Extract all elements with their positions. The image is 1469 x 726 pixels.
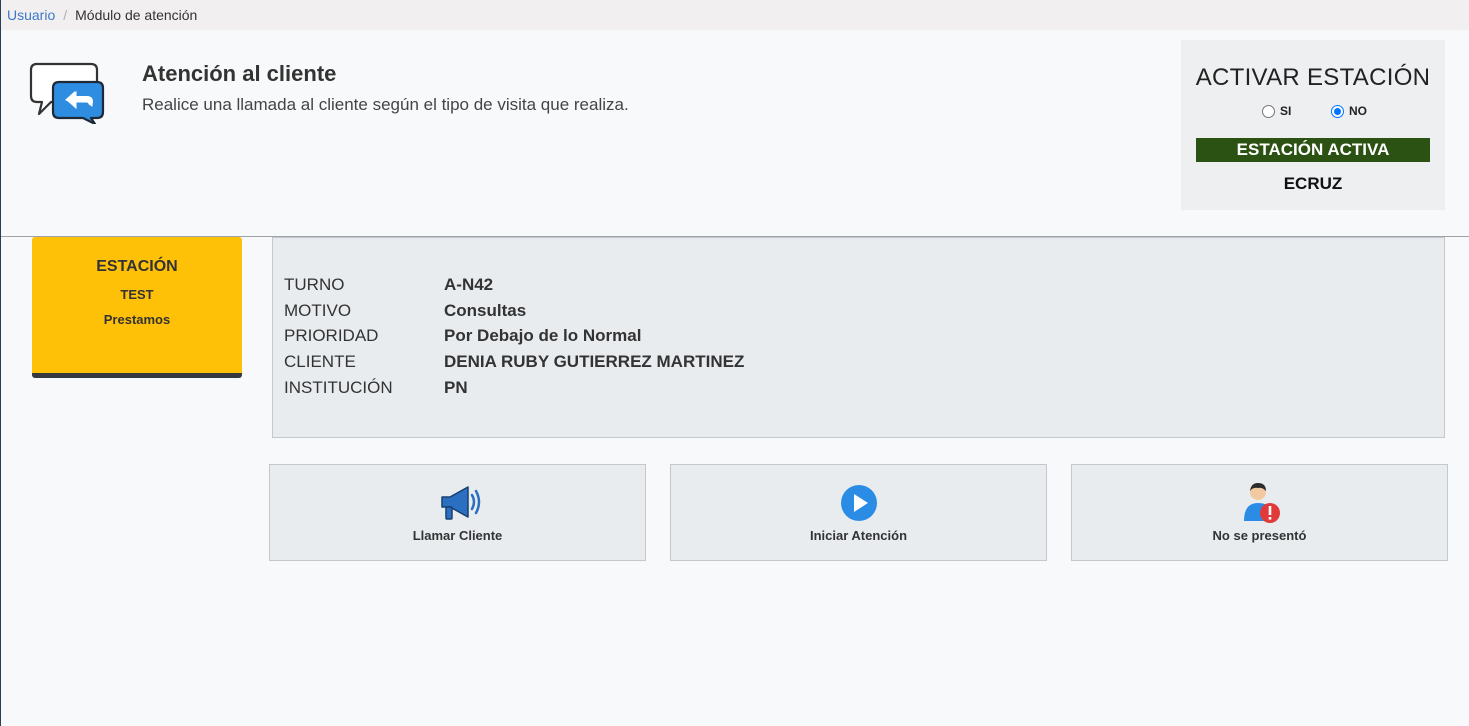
info-label-cliente: CLIENTE <box>284 352 356 371</box>
page-title: Atención al cliente <box>142 61 337 86</box>
info-row-institucion: INSTITUCIÓN PN <box>284 378 468 400</box>
estacion-name: TEST <box>120 287 154 302</box>
info-value-prioridad: Por Debajo de lo Normal <box>444 326 642 345</box>
info-label-prioridad: PRIORIDAD <box>284 326 379 345</box>
radio-si[interactable]: SI <box>1262 104 1291 118</box>
info-label-turno: TURNO <box>284 275 345 294</box>
estado-banner: ESTACIÓN ACTIVA <box>1196 138 1430 162</box>
radio-no-label: NO <box>1349 104 1367 118</box>
page: Usuario / Módulo de atención Atención al… <box>0 0 1469 726</box>
turno-info-panel: TURNO A-N42 MOTIVO Consultas PRIORIDAD P… <box>272 237 1445 438</box>
info-row-turno: TURNO A-N42 <box>284 275 493 297</box>
info-row-prioridad: PRIORIDAD Por Debajo de lo Normal <box>284 326 641 348</box>
page-subtitle: Realice una llamada al cliente según el … <box>142 95 629 114</box>
info-value-motivo: Consultas <box>444 301 527 320</box>
info-row-motivo: MOTIVO Consultas <box>284 301 526 323</box>
user-alert-icon <box>1240 481 1280 523</box>
info-value-turno: A-N42 <box>444 275 494 294</box>
no-se-presento-button[interactable]: No se presentó <box>1071 464 1448 561</box>
megaphone-icon <box>438 481 481 521</box>
no-se-presento-label: No se presentó <box>1212 528 1307 543</box>
breadcrumb-separator: / <box>63 7 68 23</box>
estacion-card: ESTACIÓN TEST Prestamos <box>32 237 242 378</box>
info-label-motivo: MOTIVO <box>284 301 352 320</box>
chat-reply-icon <box>29 58 105 126</box>
radio-si-circle[interactable] <box>1262 104 1275 118</box>
play-circle-icon <box>839 481 879 521</box>
info-row-cliente: CLIENTE DENIA RUBY GUTIERREZ MARTINEZ <box>284 352 744 374</box>
breadcrumb-current: Módulo de atención <box>75 7 198 23</box>
radio-no-circle[interactable] <box>1331 104 1344 118</box>
usuario-label: ECRUZ <box>1283 174 1343 193</box>
info-value-institucion: PN <box>444 378 468 397</box>
iniciar-atencion-label: Iniciar Atención <box>809 528 908 543</box>
activar-radio-group: SI NO <box>1181 104 1445 122</box>
llamar-cliente-button[interactable]: Llamar Cliente <box>269 464 646 561</box>
activar-estacion-title: ACTIVAR ESTACIÓN <box>1195 64 1431 91</box>
breadcrumb: Usuario / Módulo de atención <box>1 0 1469 30</box>
estacion-title: ESTACIÓN <box>96 258 178 275</box>
llamar-cliente-label: Llamar Cliente <box>412 528 503 543</box>
info-value-cliente: DENIA RUBY GUTIERREZ MARTINEZ <box>444 352 745 371</box>
iniciar-atencion-button[interactable]: Iniciar Atención <box>670 464 1047 561</box>
radio-si-label: SI <box>1280 104 1292 118</box>
estacion-service: Prestamos <box>103 312 171 327</box>
radio-no[interactable]: NO <box>1331 104 1367 118</box>
info-label-institucion: INSTITUCIÓN <box>284 378 393 397</box>
activar-estacion-panel: ACTIVAR ESTACIÓN SI NO ESTACIÓN ACTIVA E… <box>1181 40 1445 210</box>
breadcrumb-link-usuario[interactable]: Usuario <box>7 7 55 23</box>
